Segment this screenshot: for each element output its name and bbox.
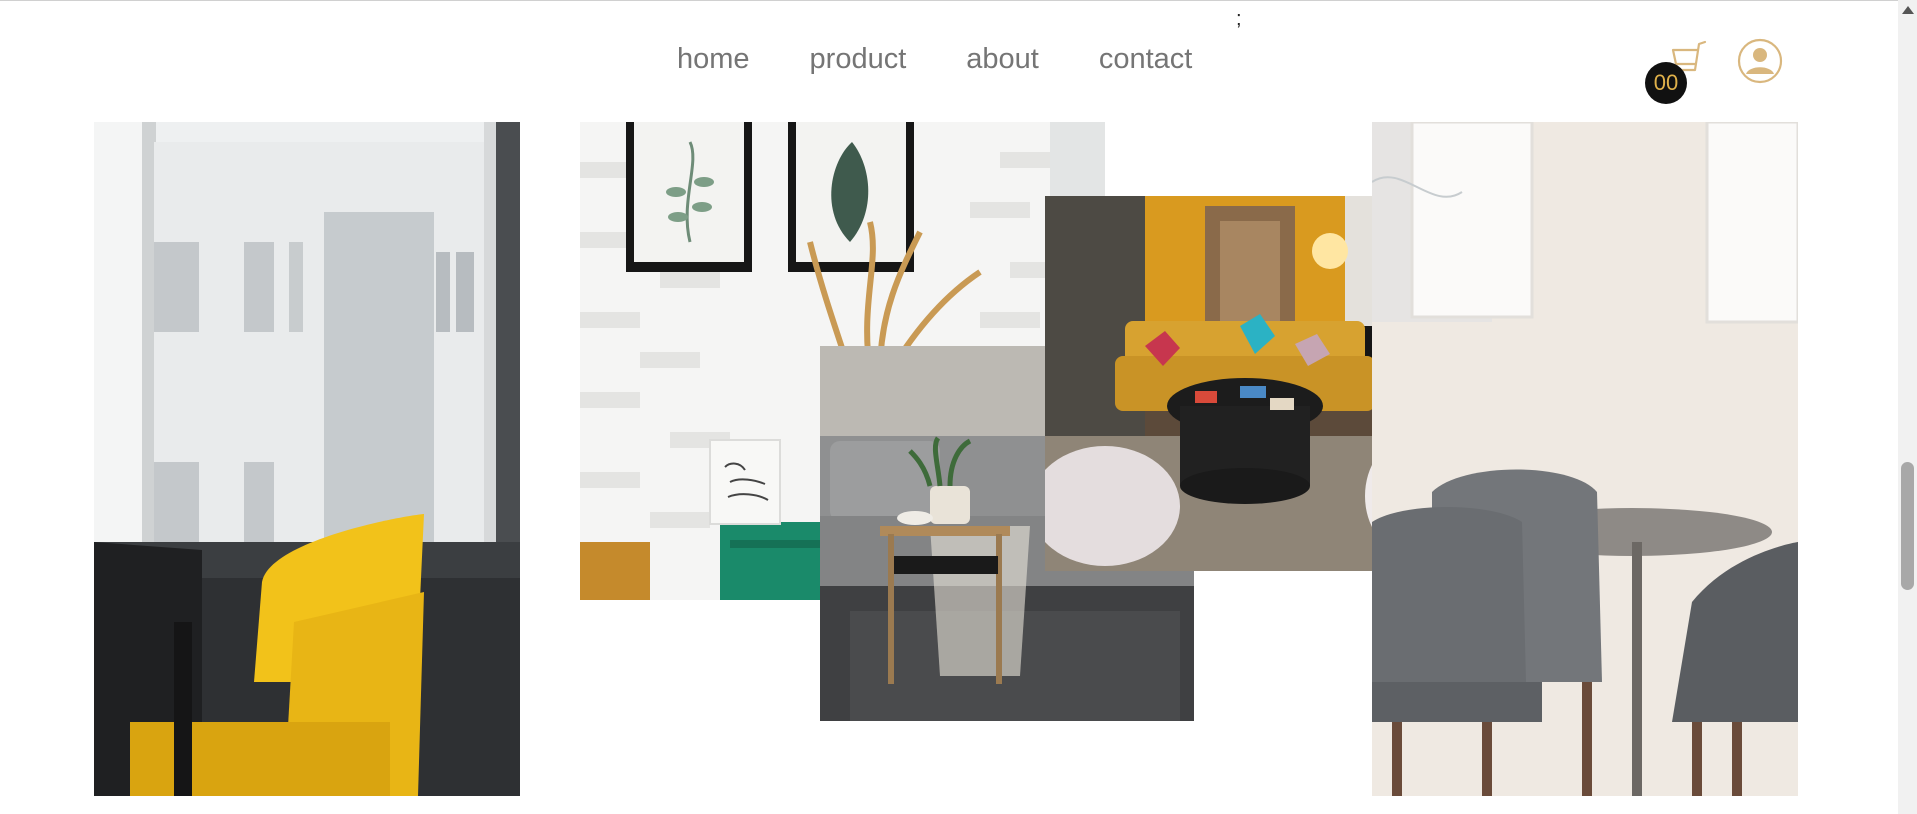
top-border [0,0,1898,1]
cart-button[interactable]: 00 [1645,38,1707,104]
photo-yellow-chair-window [94,122,520,796]
scroll-thumb[interactable] [1901,462,1914,590]
nav-home[interactable]: home [677,43,750,76]
main-nav: home product about contact [677,43,1192,76]
photo-grey-dining-chairs [1372,122,1798,796]
photo-mustard-sofa-lounge [1045,196,1420,571]
scroll-up-arrow-icon[interactable] [1902,6,1914,14]
cart-count-badge: 00 [1645,62,1687,104]
vertical-scrollbar[interactable] [1898,0,1917,814]
stray-text: ; [1236,8,1242,30]
nav-about[interactable]: about [966,43,1039,76]
user-circle-icon [1737,38,1783,84]
user-account-button[interactable] [1737,38,1783,89]
nav-contact[interactable]: contact [1099,43,1193,76]
nav-product[interactable]: product [810,43,907,76]
